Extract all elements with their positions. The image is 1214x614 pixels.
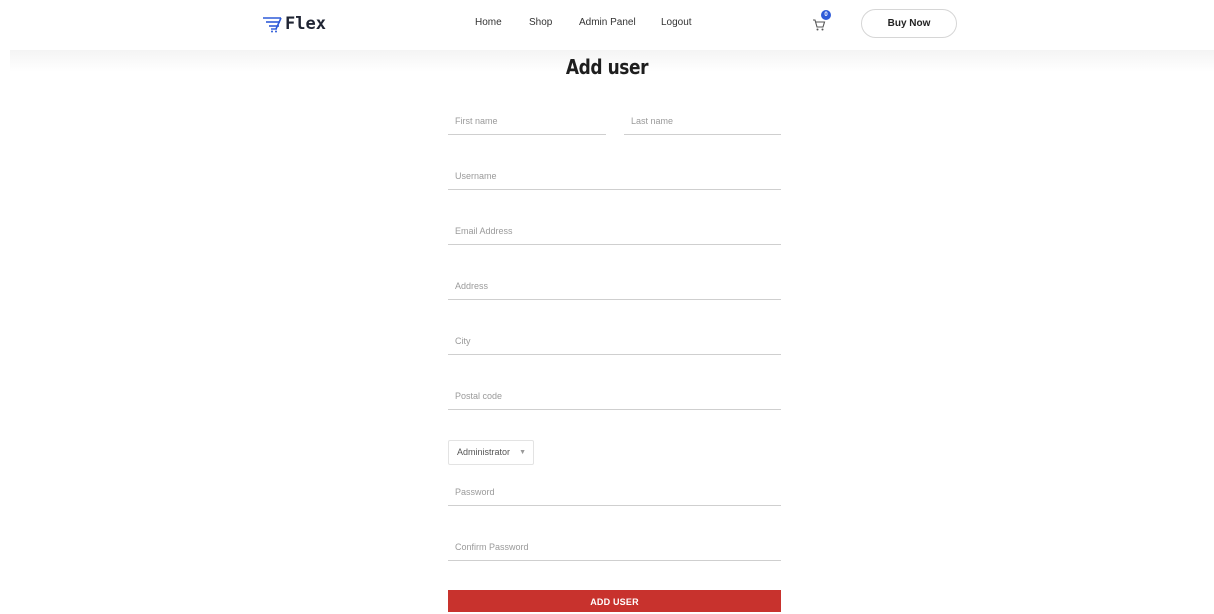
email-input[interactable] — [448, 226, 781, 236]
brand-name: Flex — [285, 14, 326, 34]
username-input[interactable] — [448, 171, 781, 181]
cart-icon — [813, 19, 826, 31]
confirm-password-field — [448, 538, 781, 561]
first-name-field — [448, 112, 606, 135]
email-field — [448, 222, 781, 245]
last-name-field — [624, 112, 781, 135]
nav-item-admin-panel[interactable]: Admin Panel — [579, 17, 636, 28]
username-field — [448, 167, 781, 190]
address-field — [448, 277, 781, 300]
city-input[interactable] — [448, 336, 781, 346]
cart-speed-icon — [263, 17, 282, 33]
chevron-down-icon: ▼ — [519, 449, 526, 456]
buy-now-button[interactable]: Buy Now — [861, 9, 957, 38]
role-select-value: Administrator — [457, 447, 511, 457]
brand-logo[interactable]: Flex — [262, 13, 326, 35]
nav-item-logout[interactable]: Logout — [661, 17, 692, 28]
cart-button[interactable]: 0 — [812, 10, 834, 34]
address-input[interactable] — [448, 281, 781, 291]
password-field — [448, 483, 781, 506]
password-input[interactable] — [448, 487, 781, 497]
nav-item-home[interactable]: Home — [475, 17, 502, 28]
confirm-password-input[interactable] — [448, 542, 781, 552]
city-field — [448, 332, 781, 355]
top-navbar: Flex Home Shop Admin Panel Logout 0 Buy … — [0, 0, 1214, 50]
page-title: Add user — [565, 55, 649, 79]
add-user-button[interactable]: ADD USER — [448, 590, 781, 612]
postal-code-field — [448, 387, 781, 410]
role-select[interactable]: Administrator ▼ — [448, 440, 534, 465]
nav-item-shop[interactable]: Shop — [529, 17, 552, 28]
last-name-input[interactable] — [624, 116, 781, 126]
cart-count-badge: 0 — [821, 10, 831, 20]
first-name-input[interactable] — [448, 116, 606, 126]
postal-code-input[interactable] — [448, 391, 781, 401]
